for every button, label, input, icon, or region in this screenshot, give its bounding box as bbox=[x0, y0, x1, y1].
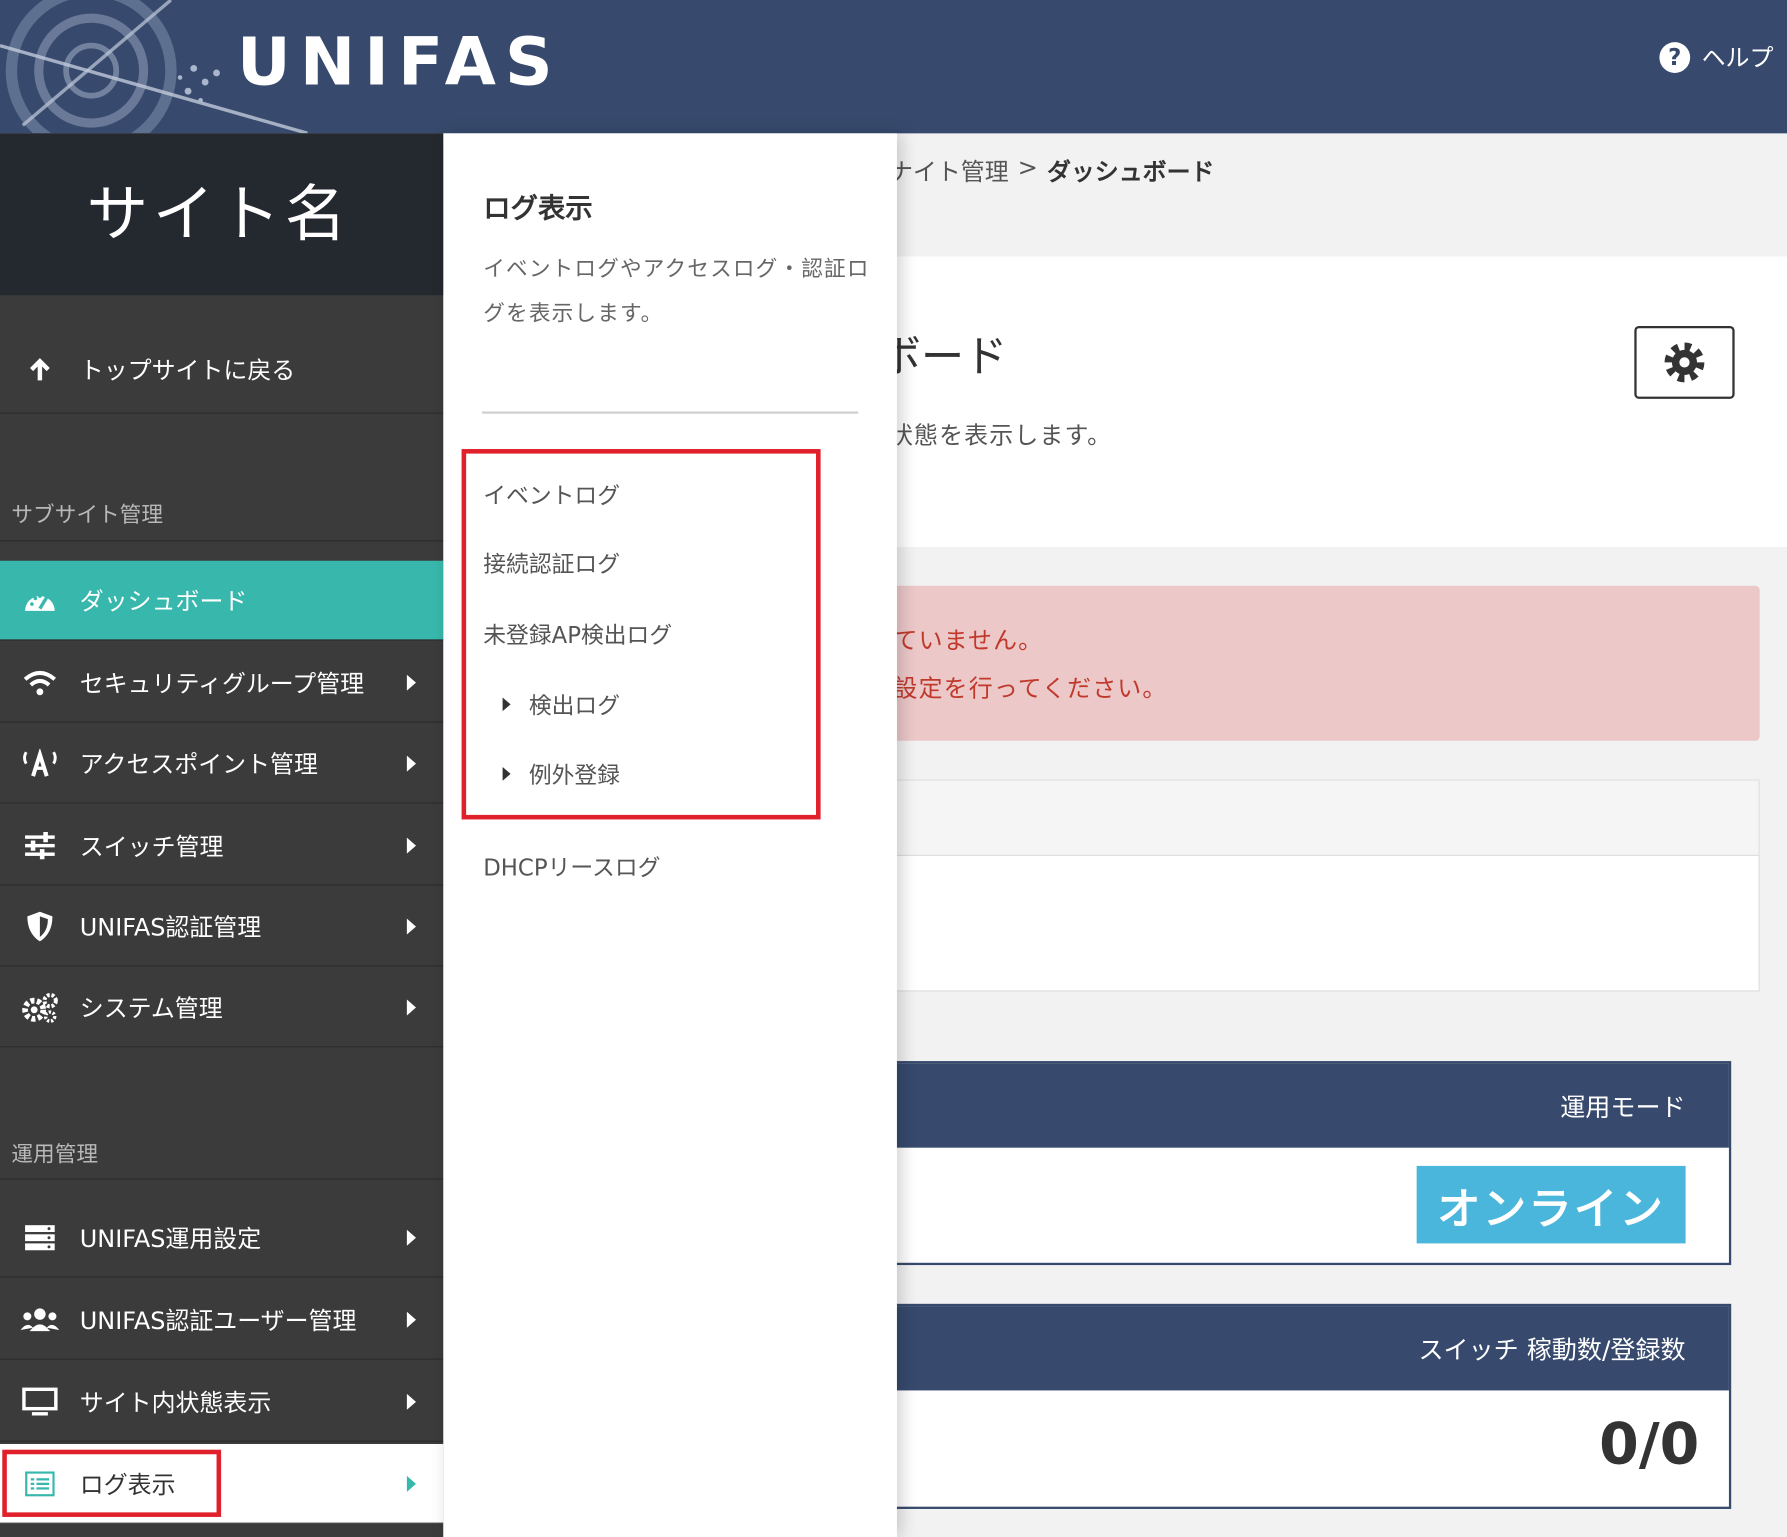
chevron-right-icon bbox=[406, 918, 416, 934]
sliders-icon bbox=[0, 831, 80, 859]
chevron-right-icon bbox=[406, 1475, 416, 1492]
alert-text-line-2: 設定を行ってください。 bbox=[893, 674, 1168, 703]
sidebar-item-unifas-auth-users[interactable]: UNIFAS認証ユーザー管理 bbox=[0, 1280, 444, 1360]
switch-count-value: 0/0 bbox=[1599, 1410, 1700, 1478]
detection-log-label: 検出ログ bbox=[528, 691, 620, 720]
sidebar-item-label: システム管理 bbox=[79, 994, 223, 1022]
caret-right-icon bbox=[502, 766, 511, 781]
alert-text-line-1: ていません。 bbox=[893, 626, 1044, 655]
sidebar-item-label: セキュリティグループ管理 bbox=[79, 669, 365, 697]
question-circle-icon: ? bbox=[1659, 41, 1691, 73]
shield-icon bbox=[0, 910, 80, 942]
sidebar-item-switch[interactable]: スイッチ管理 bbox=[0, 806, 444, 886]
sidebar-item-system[interactable]: システム管理 bbox=[0, 968, 444, 1048]
sidebar-item-label: ログ表示 bbox=[79, 1470, 176, 1499]
wifi-icon bbox=[0, 668, 80, 695]
arrow-up-icon bbox=[0, 354, 80, 384]
exception-registration-link[interactable]: 例外登録 bbox=[502, 757, 620, 790]
info-panel bbox=[877, 779, 1760, 992]
server-icon bbox=[0, 1223, 80, 1250]
dashboard-gauge-icon bbox=[0, 585, 80, 615]
access-point-icon bbox=[0, 748, 80, 778]
sidebar-item-label: UNIFAS運用設定 bbox=[79, 1224, 262, 1252]
breadcrumb: ナイト管理 > ダッシュボード bbox=[889, 154, 1215, 188]
chevron-right-icon bbox=[406, 755, 416, 772]
cogs-icon bbox=[0, 991, 80, 1023]
switch-count-card: スイッチ 稼動数/登録数 0/0 bbox=[877, 1303, 1732, 1509]
section-heading-subsite: サブサイト管理 bbox=[11, 502, 163, 528]
sidebar-item-site-status[interactable]: サイト内状態表示 bbox=[0, 1362, 444, 1442]
caret-right-icon bbox=[502, 696, 511, 711]
breadcrumb-current: ダッシュボード bbox=[1046, 158, 1215, 186]
monitor-icon bbox=[0, 1386, 80, 1416]
chevron-right-icon bbox=[406, 998, 416, 1015]
card-header: スイッチ 稼動数/登録数 bbox=[879, 1306, 1729, 1391]
sidebar-item-label: UNIFAS認証ユーザー管理 bbox=[79, 1306, 357, 1335]
sidebar-item-unifas-auth[interactable]: UNIFAS認証管理 bbox=[0, 887, 444, 967]
sidebar-item-security-group[interactable]: セキュリティグループ管理 bbox=[0, 643, 444, 723]
sidebar-item-label: UNIFAS認証管理 bbox=[79, 913, 262, 941]
sidebar-item-unifas-ops-settings[interactable]: UNIFAS運用設定 bbox=[0, 1198, 444, 1278]
exception-registration-label: 例外登録 bbox=[528, 761, 620, 789]
sidebar-item-label: アクセスポイント管理 bbox=[79, 750, 318, 778]
sidebar: サイト名 トップサイトに戻る サブサイト管理 ダッシュボード セキュリティグルー… bbox=[0, 133, 444, 1537]
divider bbox=[0, 1178, 444, 1180]
sidebar-item-access-point[interactable]: アクセスポイント管理 bbox=[0, 724, 444, 804]
settings-button[interactable] bbox=[1634, 325, 1735, 399]
log-view-flyout: ログ表示 イベントログやアクセスログ・認証ログを表示します。 イベントログ 接続… bbox=[443, 133, 897, 1537]
chevron-right-icon bbox=[406, 674, 416, 691]
logo-text: UNIFAS bbox=[237, 22, 562, 101]
help-label: ヘルプ bbox=[1701, 44, 1774, 72]
page-header-panel bbox=[896, 256, 1787, 548]
chevron-right-icon bbox=[406, 837, 416, 854]
flyout-description: イベントログやアクセスログ・認証ログを表示します。 bbox=[483, 256, 870, 326]
top-header-bar: UNIFAS ? ヘルプ bbox=[0, 0, 1787, 134]
dhcp-lease-log-link[interactable]: DHCPリースログ bbox=[483, 849, 660, 882]
sidebar-item-label: スイッチ管理 bbox=[79, 832, 224, 860]
gear-icon bbox=[1664, 342, 1705, 383]
page-title: ボード bbox=[877, 331, 1008, 382]
users-icon bbox=[0, 1306, 80, 1333]
list-icon bbox=[0, 1470, 80, 1496]
back-to-top-site-link[interactable]: トップサイトに戻る bbox=[0, 325, 444, 414]
chevron-right-icon bbox=[406, 1311, 416, 1328]
sidebar-item-label: サイト内状態表示 bbox=[79, 1388, 272, 1417]
event-log-link[interactable]: イベントログ bbox=[483, 478, 620, 511]
info-panel-header bbox=[878, 780, 1759, 856]
sidebar-item-log-view[interactable]: ログ表示 bbox=[0, 1444, 444, 1524]
site-name: サイト名 bbox=[86, 177, 352, 250]
flyout-title: ログ表示 bbox=[483, 192, 593, 225]
page-description: 状態を表示します。 bbox=[888, 421, 1113, 450]
chevron-right-icon bbox=[406, 1229, 416, 1246]
mode-status-badge: オンライン bbox=[1416, 1165, 1686, 1244]
warning-alert: ていません。 設定を行ってください。 bbox=[877, 585, 1760, 741]
help-link[interactable]: ? ヘルプ bbox=[1659, 39, 1773, 75]
app-screen: UNIFAS ? ヘルプ サイト名 トップサイトに戻る サブサイト管理 ダッシュ… bbox=[0, 0, 1787, 1537]
site-name-block: サイト名 bbox=[0, 133, 444, 296]
divider bbox=[0, 540, 444, 542]
detection-log-link[interactable]: 検出ログ bbox=[502, 687, 620, 720]
section-heading-operations: 運用管理 bbox=[11, 1141, 99, 1168]
back-label: トップサイトに戻る bbox=[79, 356, 296, 384]
chevron-right-icon bbox=[406, 1393, 416, 1410]
sidebar-item-dashboard[interactable]: ダッシュボード bbox=[0, 560, 444, 641]
breadcrumb-parent[interactable]: ナイト管理 bbox=[889, 154, 1009, 188]
connection-auth-log-link[interactable]: 接続認証ログ bbox=[483, 546, 620, 579]
card-header: 運用モード bbox=[879, 1063, 1729, 1148]
unregistered-ap-log-link[interactable]: 未登録AP検出ログ bbox=[483, 617, 672, 650]
sidebar-item-label: ダッシュボード bbox=[79, 587, 248, 615]
divider bbox=[482, 411, 859, 414]
operation-mode-card: 運用モード オンライン bbox=[877, 1061, 1732, 1266]
breadcrumb-separator: > bbox=[1017, 153, 1038, 182]
